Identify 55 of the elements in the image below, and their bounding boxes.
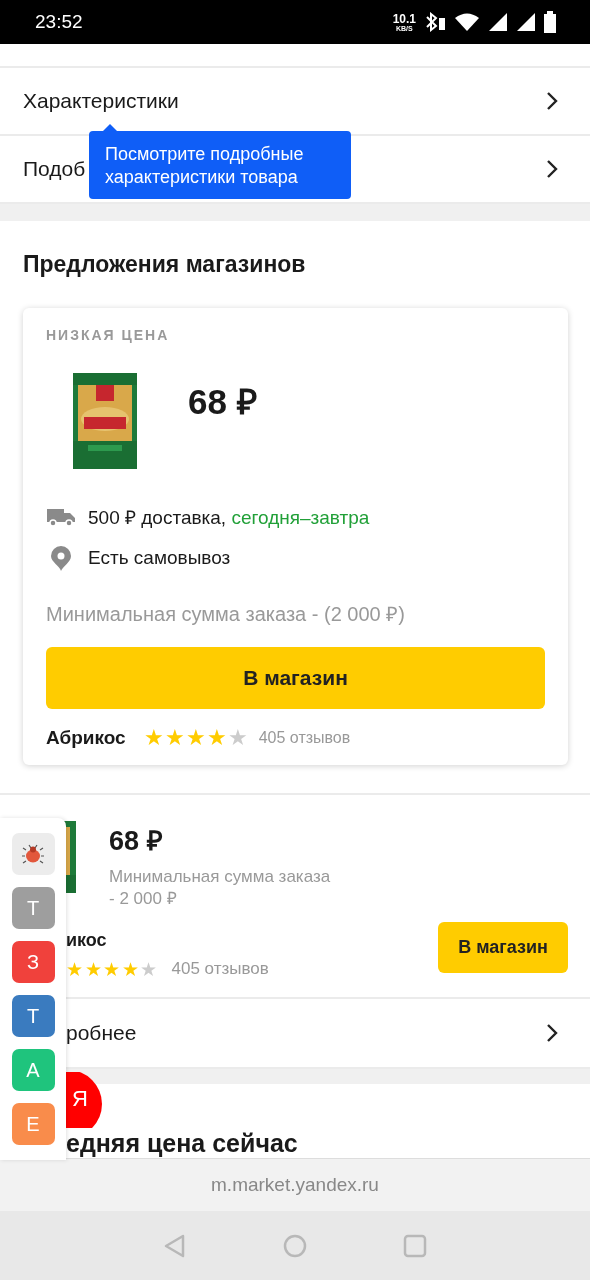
battery-icon <box>544 11 556 33</box>
star-icon: ★ <box>185 727 207 749</box>
list-row[interactable]: робнее <box>66 999 590 1067</box>
review-count[interactable]: 405 отзывов <box>171 959 269 979</box>
location-pin-icon <box>50 545 72 571</box>
app-tile[interactable]: А <box>11 1049 55 1091</box>
tooltip-text: Посмотрите подробные характеристики товара <box>105 143 305 189</box>
url-text: m.market.yandex.ru <box>211 1174 379 1196</box>
price: 68 ₽ <box>109 825 164 858</box>
truck-icon <box>46 507 76 527</box>
review-count[interactable]: 405 отзывов <box>258 729 351 747</box>
delivery-info: 500 ₽ доставка, сегодня–завтра <box>88 506 370 530</box>
app-tile[interactable]: Т <box>11 887 55 929</box>
bug-icon <box>22 844 44 864</box>
star-icon: ★ <box>121 959 140 979</box>
star-icon: ★ <box>227 727 249 749</box>
app-tile[interactable]: З <box>11 941 55 983</box>
bluetooth-icon <box>424 12 446 32</box>
shop-button[interactable]: В магазин <box>438 922 568 973</box>
star-icon: ★ <box>84 959 103 979</box>
address-bar[interactable]: m.market.yandex.ru <box>0 1158 590 1211</box>
star-icon: ★ <box>206 727 228 749</box>
star-icon: ★ <box>103 959 122 979</box>
offer-label: НИЗКАЯ ЦЕНА <box>46 327 171 343</box>
yandex-floating-button[interactable]: Я <box>66 1072 102 1128</box>
price: 68 ₽ <box>188 381 257 423</box>
chevron-right-icon <box>546 91 558 111</box>
section-title: Предложения магазинов <box>23 251 307 278</box>
star-icon: ★ <box>143 727 165 749</box>
clock: 23:52 <box>35 11 83 33</box>
row-label: Характеристики <box>23 89 179 113</box>
app-tile[interactable]: Е <box>11 1103 55 1145</box>
row-label: робнее <box>66 1021 137 1045</box>
wifi-icon <box>454 12 480 32</box>
app-tile[interactable]: Т <box>11 995 55 1037</box>
star-icon: ★ <box>164 727 186 749</box>
star-icon: ★ <box>140 959 159 979</box>
star-icon: ★ <box>66 959 85 979</box>
min-order-note: Минимальная сумма заказа - 2 000 ₽ <box>109 866 332 910</box>
signal-icon <box>488 12 508 32</box>
network-speed: 10.1 <box>392 12 416 25</box>
shop-name[interactable]: Абрикос <box>46 727 126 749</box>
recents-icon[interactable] <box>403 1233 427 1258</box>
back-icon[interactable] <box>163 1233 187 1258</box>
shop-name[interactable]: икос <box>66 930 269 951</box>
min-order-note: Минимальная сумма заказа - (2 000 ₽) <box>46 602 406 627</box>
chevron-right-icon <box>546 1023 558 1043</box>
app-tile[interactable] <box>11 833 55 875</box>
section-title: едняя цена сейчас <box>66 1131 299 1156</box>
shop-button[interactable]: В магазин <box>46 647 545 709</box>
signal-icon <box>516 12 536 32</box>
pickup-info: Есть самовывоз <box>88 547 231 569</box>
chevron-right-icon <box>546 159 558 179</box>
row-label: Подоб <box>23 157 86 181</box>
home-icon[interactable] <box>283 1233 307 1258</box>
